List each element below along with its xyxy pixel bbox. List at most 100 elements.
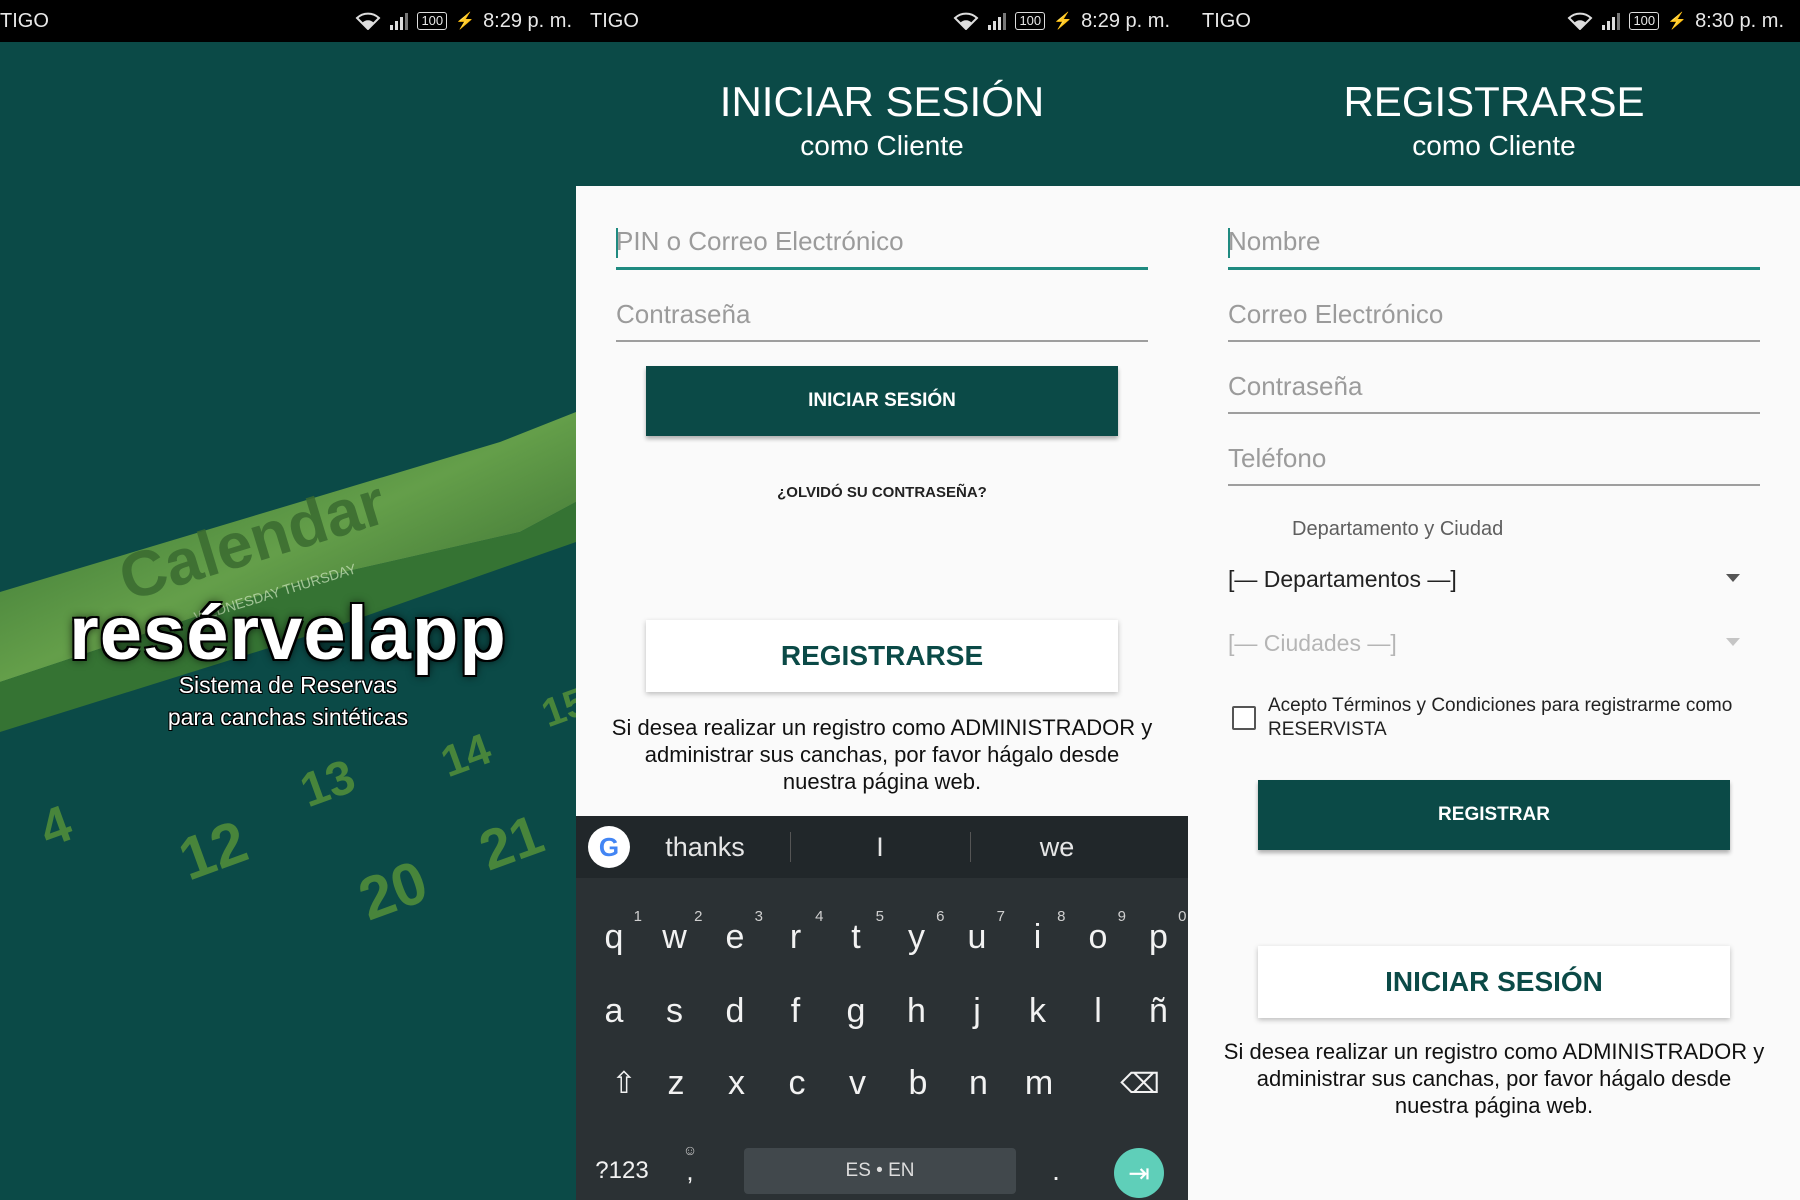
next-arrow-icon[interactable]: ⇥ bbox=[1114, 1148, 1164, 1198]
location-label: Departamento y Ciudad bbox=[1292, 518, 1504, 540]
key-b[interactable]: b bbox=[888, 1048, 948, 1118]
admin-notice: Si desea realizar un registro como ADMIN… bbox=[611, 715, 1153, 794]
key-s[interactable]: s bbox=[645, 976, 705, 1046]
symbols-key[interactable]: ?123 bbox=[582, 1136, 662, 1200]
dropdown-arrow-icon bbox=[1726, 638, 1740, 646]
key-number-hint: 4 bbox=[815, 908, 824, 925]
divider bbox=[790, 832, 791, 862]
city-select[interactable]: [— Ciudades —] bbox=[1228, 618, 1760, 668]
art-number: 20 bbox=[350, 847, 436, 932]
key-number-hint: 5 bbox=[875, 908, 884, 925]
app-tagline: para canchas sintéticas bbox=[167, 704, 409, 730]
key-number-hint: 8 bbox=[1057, 908, 1066, 925]
suggestion[interactable]: I bbox=[795, 816, 965, 878]
key-z[interactable]: z bbox=[646, 1048, 706, 1118]
key-c[interactable]: c bbox=[767, 1048, 827, 1118]
app-tagline: Sistema de Reservas bbox=[178, 672, 398, 698]
space-key[interactable]: ES • EN bbox=[744, 1148, 1016, 1194]
forgot-password-link[interactable]: ¿OLVIDÓ SU CONTRASEÑA? bbox=[576, 484, 1188, 501]
suggestion[interactable]: we bbox=[972, 816, 1142, 878]
suggestion-bar: G thanks I we bbox=[576, 816, 1188, 878]
key-k[interactable]: k bbox=[1008, 976, 1068, 1046]
page-title: REGISTRARSE bbox=[1343, 78, 1645, 125]
dropdown-arrow-icon bbox=[1726, 574, 1740, 582]
status-icons: 100 ⚡ 8:30 p. m. bbox=[1567, 10, 1784, 33]
key-h[interactable]: h bbox=[887, 976, 947, 1046]
key-number-hint: 3 bbox=[754, 908, 763, 925]
key-label: e bbox=[725, 917, 745, 956]
key-f[interactable]: f bbox=[766, 976, 826, 1046]
key-u[interactable]: u7 bbox=[947, 902, 1007, 972]
key-label: r bbox=[789, 917, 802, 956]
period-key[interactable]: . bbox=[1036, 1136, 1076, 1200]
key-p[interactable]: p0 bbox=[1129, 902, 1189, 972]
art-number: 12 bbox=[170, 807, 256, 893]
page-title: INICIAR SESIÓN bbox=[719, 78, 1045, 125]
key-w[interactable]: w2 bbox=[645, 902, 705, 972]
shift-key-icon[interactable]: ⇧ bbox=[594, 1048, 654, 1118]
key-v[interactable]: v bbox=[828, 1048, 888, 1118]
register-button[interactable]: REGISTRARSE bbox=[646, 620, 1118, 692]
email-input[interactable] bbox=[1228, 288, 1760, 342]
text-cursor bbox=[1228, 228, 1230, 258]
status-icons: 100 ⚡ 8:29 p. m. bbox=[953, 10, 1170, 33]
login-button[interactable]: INICIAR SESIÓN bbox=[646, 366, 1118, 436]
wifi-icon bbox=[1568, 12, 1593, 30]
key-q[interactable]: q1 bbox=[584, 902, 644, 972]
key-label: y bbox=[908, 917, 925, 956]
password-input[interactable] bbox=[1228, 360, 1760, 414]
key-x[interactable]: x bbox=[707, 1048, 767, 1118]
key-number-hint: 2 bbox=[694, 908, 703, 925]
clock: 8:30 p. m. bbox=[1695, 9, 1784, 32]
terms-checkbox[interactable] bbox=[1232, 706, 1256, 730]
soft-keyboard: G thanks I we q1w2e3r4t5y6u7i8o9p0 asdfg… bbox=[576, 816, 1188, 1200]
department-select[interactable]: [— Departamentos —] bbox=[1228, 554, 1760, 604]
divider bbox=[970, 832, 971, 862]
key-n[interactable]: n bbox=[949, 1048, 1009, 1118]
go-to-login-button[interactable]: INICIAR SESIÓN bbox=[1258, 946, 1730, 1018]
key-i[interactable]: i8 bbox=[1008, 902, 1068, 972]
pin-email-input[interactable] bbox=[616, 216, 1148, 270]
submit-register-button[interactable]: REGISTRAR bbox=[1258, 780, 1730, 850]
signal-icon bbox=[988, 13, 1007, 30]
key-l[interactable]: l bbox=[1068, 976, 1128, 1046]
key-j[interactable]: j bbox=[947, 976, 1007, 1046]
status-bar-segment: TIGO 100 ⚡ 8:30 p. m. bbox=[1202, 0, 1800, 42]
name-input[interactable] bbox=[1228, 216, 1760, 270]
art-number: 4 bbox=[32, 794, 79, 858]
key-d[interactable]: d bbox=[705, 976, 765, 1046]
wifi-icon bbox=[954, 12, 979, 30]
comma-key[interactable]: ☺ , bbox=[670, 1136, 710, 1200]
key-a[interactable]: a bbox=[584, 976, 644, 1046]
key-label: w bbox=[662, 917, 687, 956]
key-number-hint: 1 bbox=[633, 908, 642, 925]
status-bar-segment: TIGO 100 ⚡ 8:29 p. m. bbox=[590, 0, 1188, 42]
key-g[interactable]: g bbox=[826, 976, 886, 1046]
signal-icon bbox=[1602, 13, 1621, 30]
key-ñ[interactable]: ñ bbox=[1129, 976, 1189, 1046]
login-screen: INICIAR SESIÓN como Cliente INICIAR SESI… bbox=[576, 42, 1188, 1200]
backspace-key-icon[interactable]: ⌫ bbox=[1110, 1048, 1170, 1118]
key-label: q bbox=[604, 917, 624, 956]
key-number-hint: 0 bbox=[1178, 908, 1187, 925]
key-t[interactable]: t5 bbox=[826, 902, 886, 972]
suggestion[interactable]: thanks bbox=[620, 816, 790, 878]
key-r[interactable]: r4 bbox=[766, 902, 826, 972]
carrier-label: TIGO bbox=[0, 9, 49, 32]
key-o[interactable]: o9 bbox=[1068, 902, 1128, 972]
app-logo-text: resérvelapp bbox=[69, 591, 507, 676]
password-input[interactable] bbox=[616, 288, 1148, 342]
clock: 8:29 p. m. bbox=[1081, 9, 1170, 32]
key-y[interactable]: y6 bbox=[887, 902, 947, 972]
carrier-label: TIGO bbox=[1202, 9, 1251, 32]
status-bar-segment: TIGO 100 ⚡ 8:29 p. m. bbox=[0, 0, 576, 42]
key-number-hint: 9 bbox=[1117, 908, 1126, 925]
charging-icon: ⚡ bbox=[1667, 13, 1688, 30]
key-label: t bbox=[851, 917, 861, 956]
phone-input[interactable] bbox=[1228, 432, 1760, 486]
signal-icon bbox=[390, 13, 409, 30]
carrier-label: TIGO bbox=[590, 9, 639, 32]
key-e[interactable]: e3 bbox=[705, 902, 765, 972]
key-label: p bbox=[1149, 917, 1168, 956]
key-m[interactable]: m bbox=[1009, 1048, 1069, 1118]
